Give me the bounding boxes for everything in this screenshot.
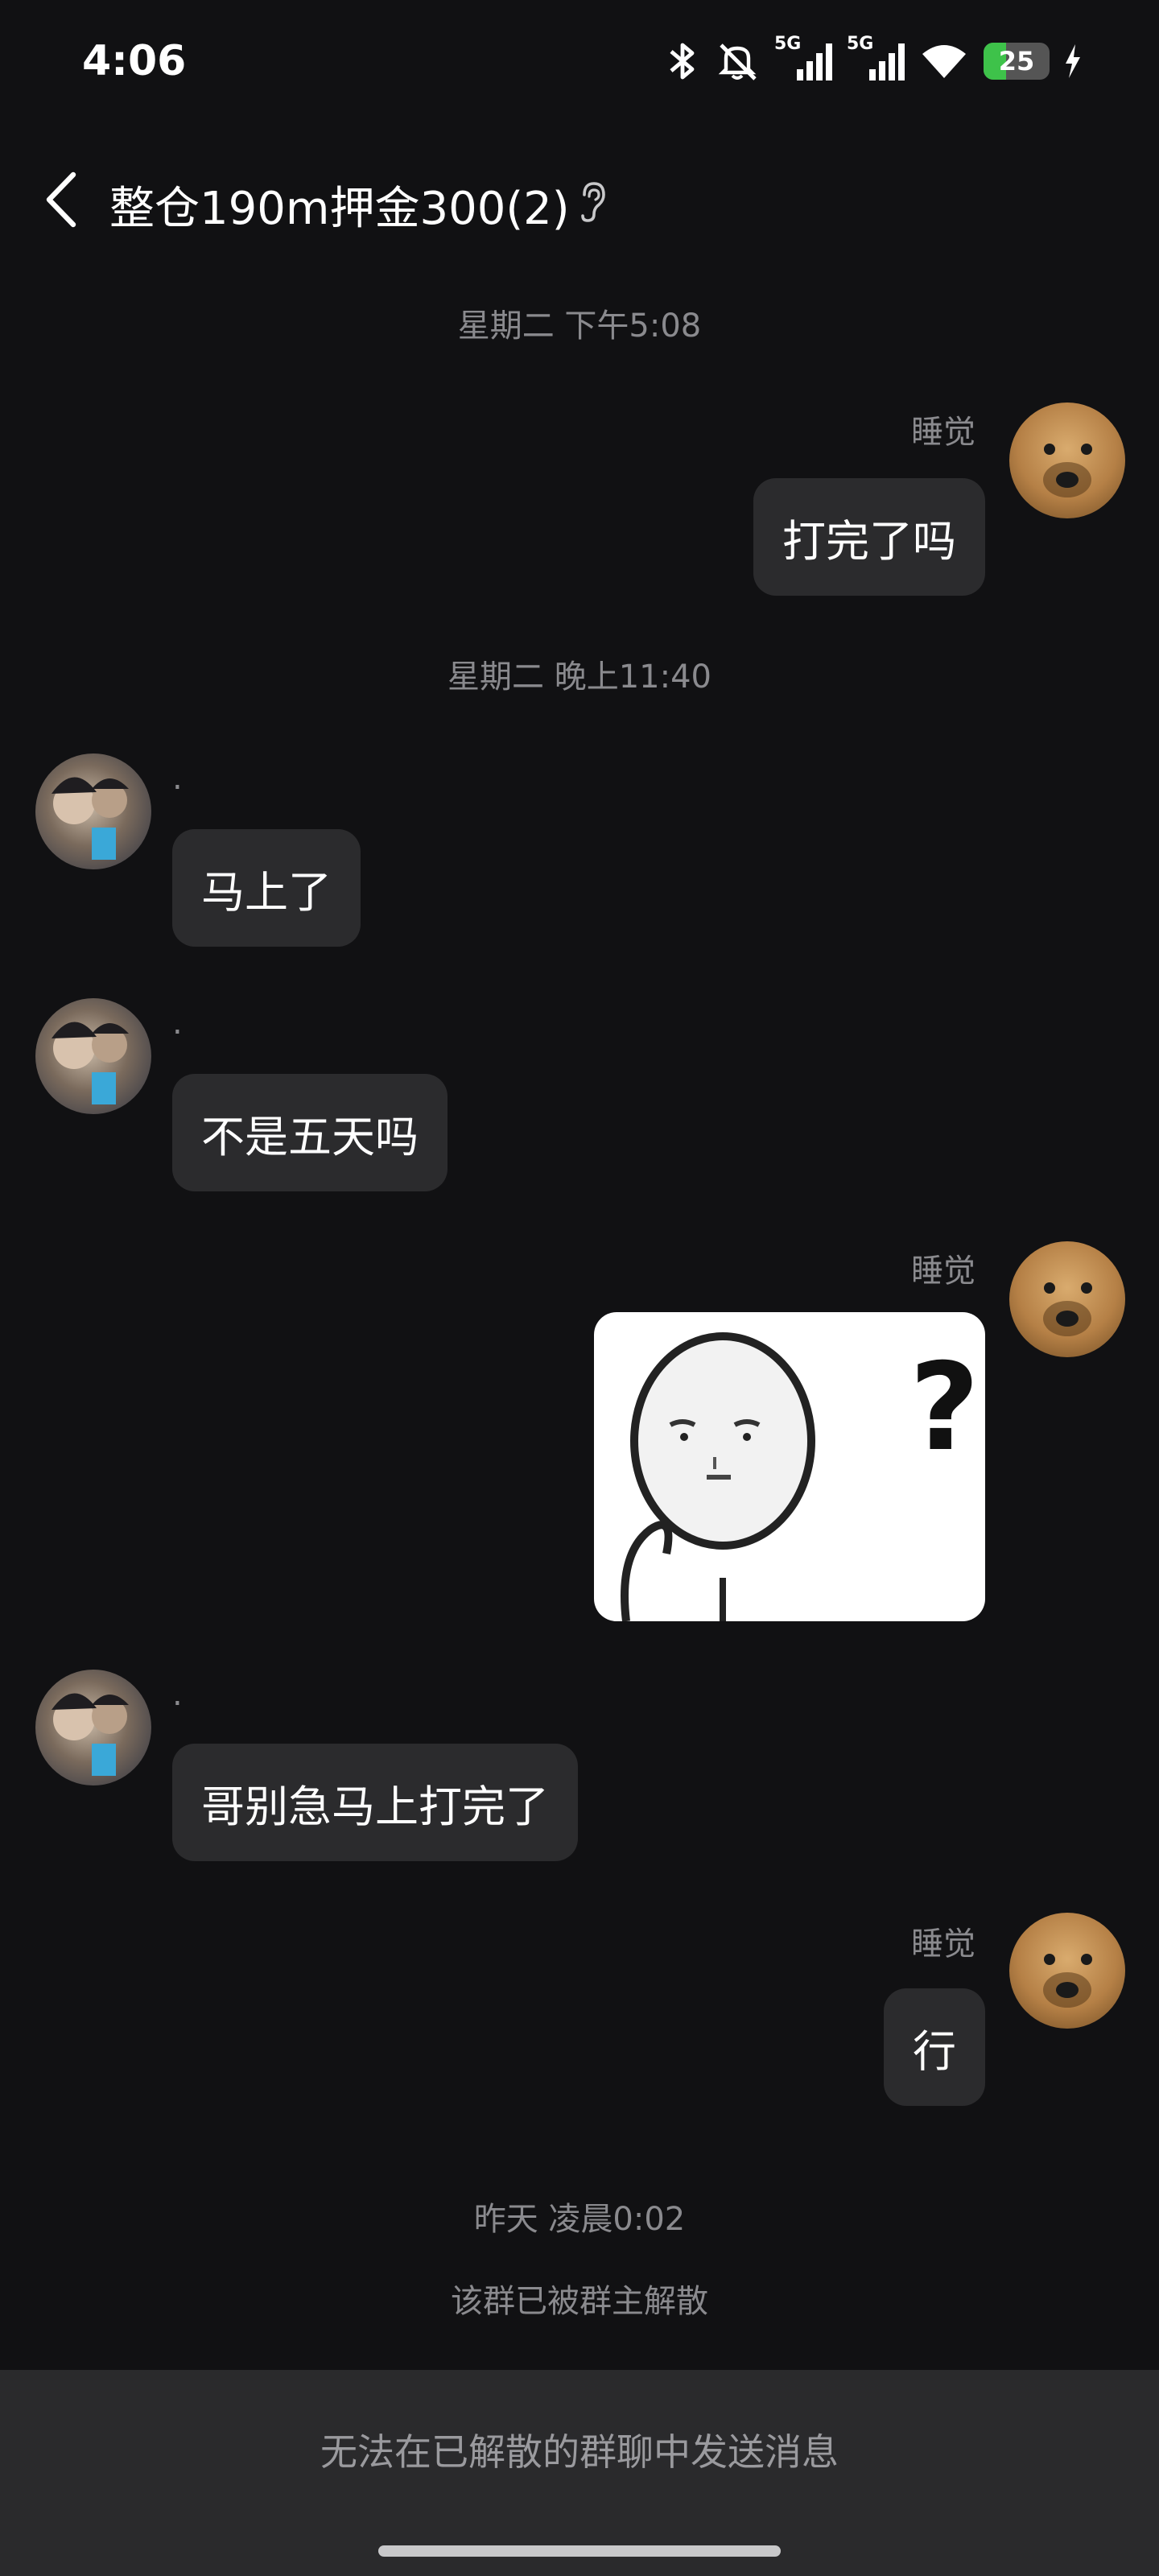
home-indicator[interactable] (378, 2545, 781, 2557)
sender-name: . (172, 760, 183, 797)
message-bubble[interactable]: 马上了 (172, 829, 361, 947)
bluetooth-icon (665, 40, 700, 82)
wifi-icon (919, 41, 969, 81)
cannot-send-notice: 无法在已解散的群聊中发送消息 (320, 2430, 839, 2474)
status-bar: 4:06 5G 5G 25 (0, 0, 1159, 121)
message-bubble[interactable]: 不是五天吗 (172, 1074, 448, 1191)
message-bubble[interactable]: 行 (884, 1988, 985, 2106)
sticker-question-mark: ? (909, 1338, 980, 1478)
bottom-bar: 无法在已解散的群聊中发送消息 (0, 2370, 1159, 2576)
signal-icon: 5G (774, 34, 832, 84)
sender-name: . (172, 1005, 183, 1042)
sender-name: 睡觉 (911, 1926, 975, 1963)
sender-name: 睡觉 (911, 414, 975, 451)
sticker-image[interactable]: ? (594, 1312, 985, 1621)
avatar-self[interactable] (1009, 402, 1125, 518)
system-notice: 该群已被群主解散 (451, 2283, 708, 2320)
sender-name: 睡觉 (911, 1253, 975, 1290)
chat-header: 整仓190m押金300(2) (0, 153, 1159, 250)
sender-name: . (172, 1676, 183, 1713)
status-icons: 5G 5G 25 (665, 34, 1082, 85)
avatar-other[interactable] (35, 1670, 151, 1785)
timestamp: 昨天 凌晨0:02 (473, 2201, 686, 2238)
battery-level: 25 (998, 46, 1035, 76)
timestamp: 星期二 晚上11:40 (448, 658, 711, 696)
charging-icon (1064, 43, 1082, 80)
mute-icon (715, 40, 760, 82)
network-label: 5G (774, 34, 802, 54)
avatar-self[interactable] (1009, 1913, 1125, 2029)
avatar-self[interactable] (1009, 1241, 1125, 1357)
status-time: 4:06 (82, 37, 187, 85)
message-bubble[interactable]: 打完了吗 (753, 478, 985, 596)
chevron-left-icon (43, 171, 78, 231)
battery-icon: 25 (984, 43, 1050, 80)
timestamp: 星期二 下午5:08 (457, 308, 702, 345)
chat-title[interactable]: 整仓190m押金300(2) (109, 172, 570, 237)
ear-icon[interactable] (576, 180, 608, 227)
message-bubble[interactable]: 哥别急马上打完了 (172, 1744, 578, 1861)
network-label: 5G (847, 34, 874, 54)
back-button[interactable] (32, 171, 89, 232)
avatar-other[interactable] (35, 998, 151, 1114)
signal-icon: 5G (847, 34, 905, 84)
avatar-other[interactable] (35, 753, 151, 869)
